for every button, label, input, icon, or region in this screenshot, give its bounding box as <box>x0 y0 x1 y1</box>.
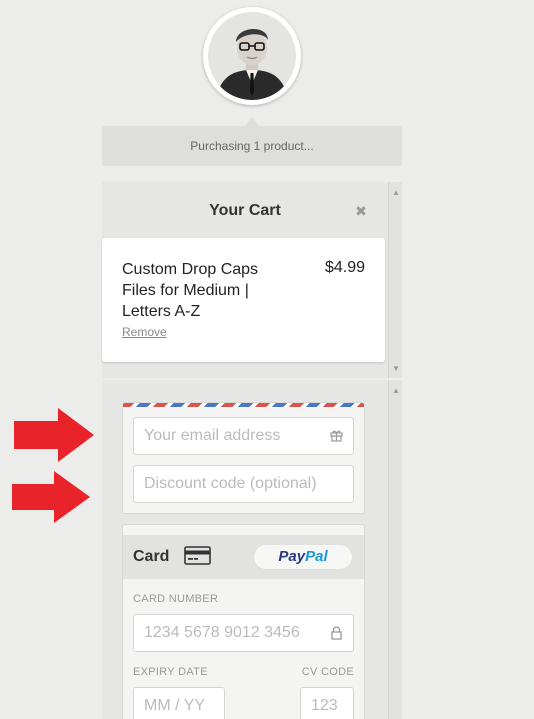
checkout-panel: Your email address Discount code (option… <box>102 380 402 719</box>
email-field[interactable]: Your email address <box>133 417 354 455</box>
airmail-stripe <box>123 403 364 407</box>
cart-item: Custom Drop Caps Files for Medium | Lett… <box>102 238 385 362</box>
cart-scrollbar[interactable]: ▲ ▼ <box>388 182 402 378</box>
contact-box: Your email address Discount code (option… <box>122 402 365 514</box>
discount-code-field[interactable]: Discount code (optional) <box>133 465 354 503</box>
expiry-label: EXPIRY DATE <box>133 666 208 678</box>
cart-item-name: Custom Drop Caps Files for Medium | Lett… <box>122 261 259 320</box>
card-number-placeholder: 1234 5678 9012 3456 <box>144 624 300 641</box>
checkout-scrollbar[interactable]: ▲ <box>388 380 402 719</box>
payment-method-header: Card PayPal <box>123 535 364 579</box>
credit-card-icon <box>184 546 211 565</box>
cart-panel: Your Cart ✖ Custom Drop Caps Files for M… <box>102 182 402 378</box>
scroll-up-icon[interactable]: ▲ <box>389 186 403 200</box>
card-number-label: CARD NUMBER <box>133 593 219 605</box>
scroll-down-icon[interactable]: ▼ <box>389 362 403 376</box>
close-icon[interactable]: ✖ <box>354 204 368 218</box>
payment-box: Card PayPal CARD NUMBER 1234 5678 9012 3… <box>122 524 365 719</box>
expiry-placeholder: MM / YY <box>144 697 206 714</box>
paypal-button[interactable]: PayPal <box>253 544 353 570</box>
status-banner: Purchasing 1 product... <box>102 126 402 166</box>
red-arrow-icon <box>12 471 90 523</box>
expiry-field[interactable]: MM / YY <box>133 687 225 719</box>
remove-item-link[interactable]: Remove <box>122 325 167 339</box>
lock-icon <box>331 626 342 640</box>
cvc-placeholder: 123 <box>311 697 338 714</box>
cart-title: Your Cart <box>209 202 281 219</box>
gift-icon <box>330 430 343 442</box>
tab-card[interactable]: Card <box>133 548 169 566</box>
status-pointer <box>245 117 259 126</box>
red-arrow-icon <box>14 408 94 462</box>
discount-placeholder: Discount code (optional) <box>144 475 317 492</box>
email-placeholder: Your email address <box>144 427 281 444</box>
scroll-up-icon[interactable]: ▲ <box>389 384 403 398</box>
cart-item-price: $4.99 <box>324 259 365 276</box>
paypal-logo-pay: Pay <box>278 548 306 565</box>
paypal-logo-pal: Pal <box>305 548 328 565</box>
seller-avatar <box>203 7 301 105</box>
cvc-label: CV CODE <box>301 666 354 678</box>
card-number-field[interactable]: 1234 5678 9012 3456 <box>133 614 354 652</box>
seller-photo <box>208 12 296 100</box>
cvc-field[interactable]: 123 <box>300 687 354 719</box>
